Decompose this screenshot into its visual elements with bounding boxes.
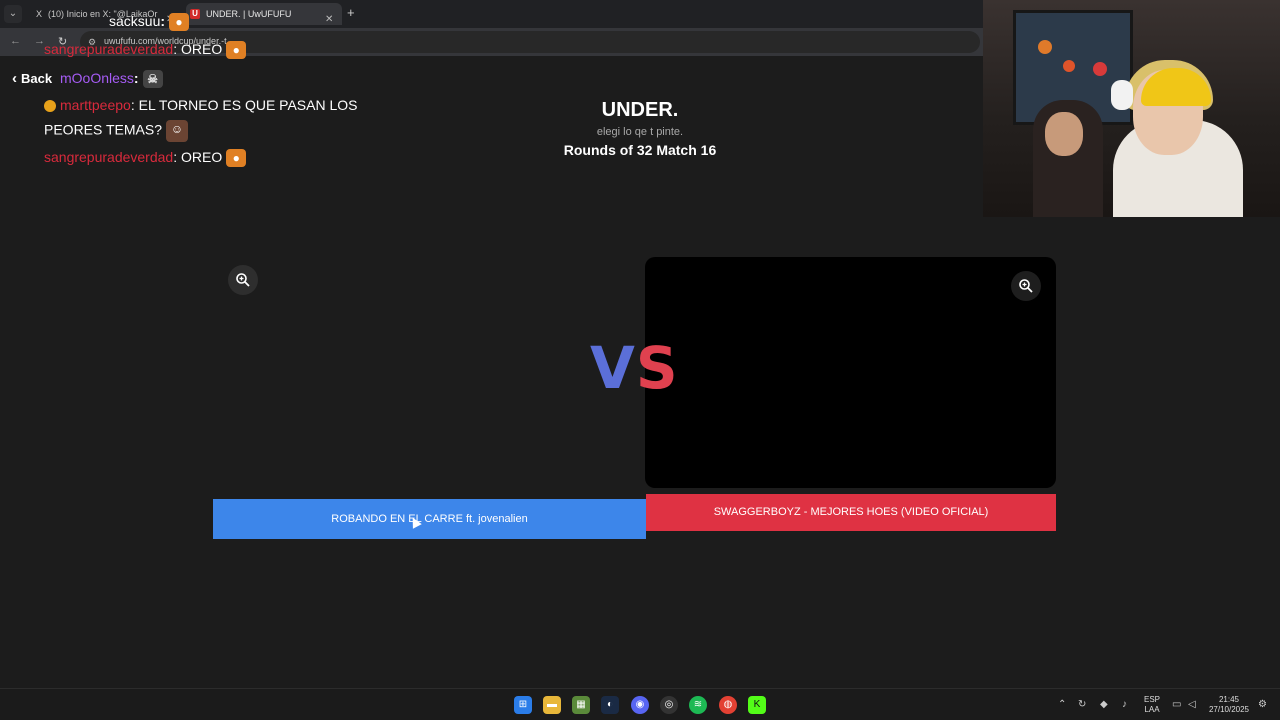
chat-badge-icon xyxy=(44,100,56,113)
zoom-right-button[interactable] xyxy=(1011,271,1041,301)
left-choice-button[interactable]: ROBANDO EN EL CARRE ft. jovenalien xyxy=(213,499,646,539)
chat-message: sangrepuradeverdad: OREO ● xyxy=(44,41,247,60)
chat-text: : xyxy=(160,13,166,29)
vs-v-letter: V xyxy=(590,334,636,402)
chat-text: : EL TORNEO ES QUE PASAN LOS xyxy=(130,97,358,113)
right-choice-button[interactable]: SWAGGERBOYZ - MEJORES HOES (VIDEO OFICIA… xyxy=(646,494,1056,531)
steam-icon[interactable]: ◐ xyxy=(601,696,619,714)
zoom-in-icon xyxy=(1019,279,1033,293)
chat-message: sangrepuradeverdad: OREO ● xyxy=(44,149,247,168)
chat-username: marttpeepo xyxy=(60,97,131,113)
cookie-emote-icon: ● xyxy=(169,13,190,32)
right-video-player[interactable] xyxy=(645,257,1056,488)
chat-text: : xyxy=(133,70,139,86)
file-explorer-icon[interactable]: ▬ xyxy=(543,696,561,714)
chat-username: sacksuu xyxy=(109,13,161,29)
minecraft-icon[interactable]: ▦ xyxy=(572,696,590,714)
chat-overlay: sangrepuradeverdad: OREO ● sacksuu: ● mOoO… xyxy=(0,0,380,170)
keyboard-layout: LAA xyxy=(1144,705,1160,714)
spotify-icon[interactable]: ≋ xyxy=(689,696,707,714)
chat-text: : OREO xyxy=(173,41,223,57)
chat-username: sangrepuradeverdad xyxy=(44,41,174,57)
microphone-icon[interactable]: ♪ xyxy=(1122,699,1127,710)
zoom-in-icon xyxy=(236,273,250,287)
skull-emote-icon: ☠ xyxy=(142,70,163,89)
pumpkin-decoration-icon xyxy=(1038,40,1052,54)
taskbar: ⊞ ▬ ▦ ◐ ◉ ◎ ≋ ◍ K ⌃ ↻ ◆ ♪ ESP LAA ▭ ◁ 21… xyxy=(0,688,1280,720)
chat-message: PEORES TEMAS? ☺ xyxy=(44,120,189,142)
chevron-up-icon[interactable]: ⌃ xyxy=(1058,699,1066,710)
pumpkin-decoration-icon xyxy=(1063,60,1075,72)
chat-text: PEORES TEMAS? xyxy=(44,121,163,138)
notifications-icon[interactable]: ⚙ xyxy=(1258,699,1267,710)
pumpkin-decoration-icon xyxy=(1093,62,1107,76)
chat-text: : OREO xyxy=(173,149,223,165)
webcam-person-back-head xyxy=(1045,112,1083,156)
sync-icon[interactable]: ↻ xyxy=(1078,699,1086,710)
headset-icon xyxy=(1111,80,1133,110)
clock-time: 21:45 xyxy=(1218,695,1240,704)
chat-username: sangrepuradeverdad xyxy=(44,149,174,165)
screen: ⌄ X (10) Inicio en X: "@LaikaOr ✕ U UNDE… xyxy=(0,0,1280,720)
cookie-emote-icon: ● xyxy=(226,41,247,60)
face-emote-icon: ☺ xyxy=(166,120,189,142)
discord-icon[interactable]: ◉ xyxy=(631,696,649,714)
kick-icon[interactable]: K xyxy=(748,696,766,714)
webcam-overlay xyxy=(983,0,1280,217)
obs-icon[interactable]: ◎ xyxy=(660,696,678,714)
chrome-icon[interactable]: ◍ xyxy=(719,696,737,714)
chat-message: mOoOnless: ☠ xyxy=(60,70,163,89)
cookie-emote-icon: ● xyxy=(226,149,247,168)
page-subtitle: elegi lo qe t pinte. xyxy=(596,126,684,138)
page-title: UNDER. xyxy=(601,99,679,121)
clock-date: 27/10/2025 xyxy=(1208,705,1250,714)
network-icon[interactable]: ▭ xyxy=(1172,699,1181,710)
windows-start-icon[interactable]: ⊞ xyxy=(514,696,532,714)
chat-message: sacksuu: ● xyxy=(109,13,190,32)
clock[interactable]: 21:45 27/10/2025 xyxy=(1204,695,1254,715)
shield-icon[interactable]: ◆ xyxy=(1100,699,1108,710)
round-indicator: Rounds of 32 Match 16 xyxy=(563,142,717,158)
vs-s-letter: S xyxy=(635,334,679,402)
volume-icon[interactable]: ◁ xyxy=(1188,699,1196,710)
chat-message: marttpeepo: EL TORNEO ES QUE PASAN LOS xyxy=(44,97,358,113)
zoom-left-button[interactable] xyxy=(228,265,258,295)
language-code: ESP xyxy=(1143,695,1160,704)
vs-label: VS xyxy=(590,334,679,402)
language-indicator[interactable]: ESP LAA xyxy=(1140,695,1164,715)
chat-username: mOoOnless xyxy=(60,70,134,86)
